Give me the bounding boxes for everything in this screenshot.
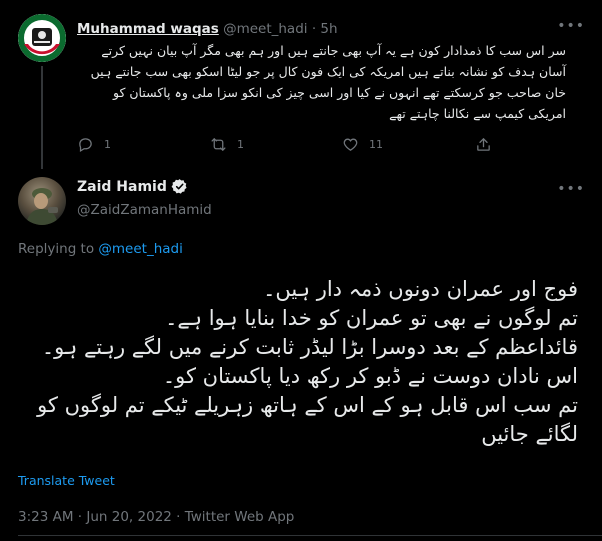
separator-dot: ·	[311, 21, 317, 37]
time-ago[interactable]: 5h	[320, 21, 337, 37]
share-icon	[477, 138, 490, 151]
thread-line	[41, 66, 43, 169]
like-button[interactable]: 11	[342, 136, 383, 153]
tweet-line: تم لوگوں نے بھی تو عمران کو خدا بنایا ہو…	[165, 306, 578, 330]
author-name-row: Zaid Hamid	[77, 178, 188, 195]
retweet-button[interactable]: 1	[210, 136, 244, 153]
like-count: 11	[369, 138, 383, 151]
tweet-line: قائداعظم کے بعد دوسرا بڑا لیڈر ثابت کرنے…	[41, 335, 578, 359]
tweet-timestamp[interactable]: 3:23 AM · Jun 20, 2022 · Twitter Web App	[18, 509, 294, 525]
retweet-count: 1	[237, 138, 244, 151]
author-name[interactable]: Muhammad waqas	[77, 21, 219, 37]
author-name[interactable]: Zaid Hamid	[77, 179, 167, 195]
avatar[interactable]	[18, 177, 66, 225]
reply-icon	[79, 138, 92, 153]
tweet-line: فوج اور عمران دونوں ذمہ دار ہیں۔	[263, 277, 578, 301]
more-dots-icon[interactable]: •••	[557, 18, 585, 34]
share-button[interactable]	[475, 136, 492, 153]
reply-tweet-text: سر اس سب کا ذمدادار کون ہے یہ آپ بھی جان…	[90, 43, 566, 121]
reply-count: 1	[104, 138, 111, 151]
tweet-line: تم سب اس قابل ہو کے اس کے ہاتھ زہریلے ٹی…	[37, 393, 578, 446]
reply-tweet[interactable]: Muhammad waqas @meet_hadi · 5h ••• سر اس…	[0, 0, 602, 169]
main-tweet: Zaid Hamid @ZaidZamanHamid ••• Replying …	[0, 169, 602, 541]
reply-tweet-actions: 1 1 11	[77, 136, 547, 156]
author-handle[interactable]: @ZaidZamanHamid	[77, 202, 212, 218]
author-handle[interactable]: @meet_hadi	[223, 21, 307, 37]
heart-icon	[343, 138, 358, 151]
main-tweet-text: فوج اور عمران دونوں ذمہ دار ہیں۔ تم لوگو…	[18, 275, 578, 449]
replying-mention-link[interactable]: @meet_hadi	[98, 241, 182, 257]
reply-button[interactable]: 1	[77, 136, 111, 153]
verified-badge-icon	[171, 179, 187, 194]
replying-to: Replying to @meet_hadi	[18, 241, 183, 257]
divider	[18, 535, 602, 536]
translate-tweet-link[interactable]: Translate Tweet	[18, 473, 115, 488]
more-dots-icon[interactable]: •••	[557, 181, 585, 197]
avatar[interactable]	[18, 14, 66, 62]
retweet-icon	[211, 138, 226, 151]
replying-prefix: Replying to	[18, 241, 95, 257]
reply-tweet-header: Muhammad waqas @meet_hadi · 5h	[77, 21, 338, 37]
tweet-line: اس نادان دوست نے ڈبو کر رکھ دیا پاکستان …	[162, 364, 578, 388]
